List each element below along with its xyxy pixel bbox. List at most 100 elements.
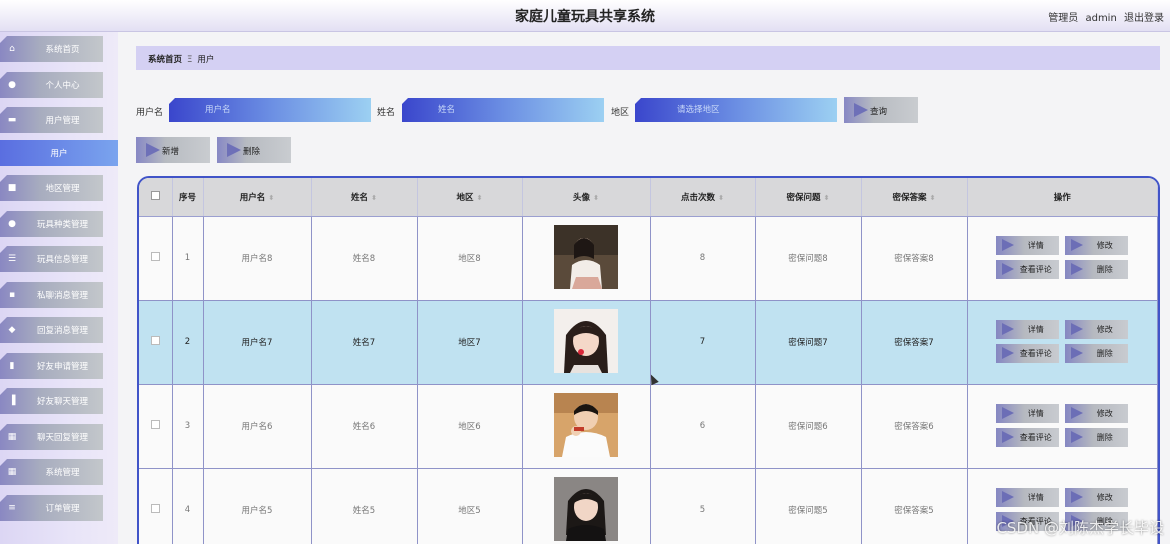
sidebar-item-label: 用户: [50, 149, 68, 159]
chat-icon: ▪: [8, 290, 16, 300]
column-header[interactable]: 密保问题 ⬍: [755, 178, 862, 217]
add-button[interactable]: 新增: [136, 137, 210, 163]
sort-icon[interactable]: ⬍: [268, 194, 274, 202]
detail-button[interactable]: 详情: [996, 488, 1060, 507]
arrow-icon: [146, 143, 160, 157]
query-button[interactable]: 查询: [844, 97, 918, 123]
sort-icon[interactable]: ⬍: [718, 194, 724, 202]
sidebar-item-private-messages[interactable]: ▪ 私聊消息管理: [0, 282, 103, 308]
sidebar-item-friend-requests[interactable]: ▮ 好友申请管理: [0, 353, 103, 379]
name-cell: 姓名5: [311, 468, 418, 544]
sidebar-item-user-management[interactable]: ▬ 用户管理: [0, 107, 103, 133]
sort-icon[interactable]: ⬍: [824, 194, 830, 202]
table-row[interactable]: 1 用户名8 姓名8 地区8 8 密保问题8 密保答案8 详情 修改 查看评论: [139, 216, 1158, 301]
select-all-checkbox[interactable]: [150, 190, 160, 200]
logout-link[interactable]: 退出登录: [1124, 13, 1164, 24]
sort-icon[interactable]: ⬍: [371, 194, 377, 202]
sidebar-item-label: 私聊消息管理: [36, 291, 88, 301]
row-select-cell: [139, 384, 173, 469]
detail-button[interactable]: 详情: [996, 236, 1060, 255]
arrow-icon: [1071, 407, 1084, 419]
column-header[interactable]: 密保答案 ⬍: [861, 178, 968, 217]
question-cell: 密保问题6: [755, 384, 862, 469]
sort-icon[interactable]: ⬍: [930, 194, 936, 202]
user-table: 序号 用户名 ⬍ 姓名 ⬍ 地区 ⬍ 头像 ⬍ 点击次数 ⬍ 密保问题 ⬍ 密保答案 ⬍ 操作…: [137, 176, 1160, 544]
breadcrumb-home[interactable]: 系统首页: [148, 55, 182, 65]
sidebar-item-friend-chat[interactable]: ▐ 好友聊天管理: [0, 388, 103, 414]
arrow-icon: [1071, 323, 1084, 335]
briefcase-icon: ▬: [7, 115, 17, 125]
view-comments-button[interactable]: 查看评论: [996, 260, 1060, 279]
column-header[interactable]: 地区 ⬍: [417, 178, 523, 217]
column-header[interactable]: 头像 ⬍: [522, 178, 651, 217]
sidebar-item-users[interactable]: 用户: [0, 140, 118, 166]
row-checkbox[interactable]: [150, 504, 160, 513]
detail-button[interactable]: 详情: [996, 404, 1060, 423]
home-icon: ⌂: [9, 44, 15, 54]
menu-icon: ≡: [8, 503, 16, 513]
delete-button[interactable]: 删除: [1065, 428, 1129, 447]
sidebar-item-profile[interactable]: ● 个人中心: [0, 72, 103, 98]
row-checkbox[interactable]: [150, 420, 160, 429]
edit-button-label: 修改: [1096, 493, 1113, 502]
edit-button-label: 修改: [1096, 409, 1113, 418]
avatar: [554, 476, 618, 541]
bar-chart-icon: ▐: [8, 396, 16, 406]
index-cell: 4: [172, 468, 204, 544]
sort-icon[interactable]: ⬍: [477, 194, 483, 202]
row-select-cell: [139, 216, 173, 301]
sidebar-item-reply-messages[interactable]: ◆ 回复消息管理: [0, 317, 103, 343]
edit-button[interactable]: 修改: [1065, 404, 1129, 423]
column-header[interactable]: 姓名 ⬍: [311, 178, 418, 217]
index-cell: 2: [172, 300, 204, 385]
detail-button[interactable]: 详情: [996, 320, 1060, 339]
watermark: CSDN @刘陈杰学长毕设: [996, 519, 1164, 537]
bulk-delete-button[interactable]: 删除: [217, 137, 291, 163]
region-cell: 地区6: [417, 384, 523, 469]
row-checkbox[interactable]: [150, 336, 160, 345]
arrow-icon: [1002, 431, 1015, 443]
view-comments-button-label: 查看评论: [1019, 433, 1052, 442]
arrow-icon: [227, 143, 241, 157]
edit-button[interactable]: 修改: [1065, 488, 1129, 507]
arrow-icon: [1071, 431, 1084, 443]
table-row[interactable]: 3 用户名6 姓名6 地区6 6 密保问题6 密保答案6 详情 修改 查看评论: [139, 384, 1158, 469]
table-row[interactable]: 2 用户名7 姓名7 地区7 7 密保问题7 密保答案7 详情 修改 查看评论: [139, 300, 1158, 385]
sidebar-item-label: 玩具信息管理: [36, 255, 88, 265]
sidebar-item-toy-info[interactable]: ☰ 玩具信息管理: [0, 246, 103, 272]
edit-button[interactable]: 修改: [1065, 236, 1129, 255]
user-area: 管理员 admin 退出登录: [1044, 9, 1164, 24]
region-select[interactable]: 请选择地区: [635, 98, 837, 122]
edit-button[interactable]: 修改: [1065, 320, 1129, 339]
delete-button[interactable]: 删除: [1065, 260, 1129, 279]
username-cell: 用户名8: [203, 216, 312, 301]
sidebar-item-toy-category[interactable]: ● 玩具种类管理: [0, 211, 103, 237]
sort-icon[interactable]: ⬍: [593, 194, 599, 202]
view-comments-button[interactable]: 查看评论: [996, 344, 1060, 363]
sidebar-item-system-management[interactable]: ▦ 系统管理: [0, 459, 103, 485]
username-cell: 用户名7: [203, 300, 312, 385]
column-header[interactable]: 用户名 ⬍: [203, 178, 312, 217]
sidebar-item-chat-reply[interactable]: ▦ 聊天回复管理: [0, 424, 103, 450]
question-cell: 密保问题5: [755, 468, 862, 544]
name-search-input[interactable]: 姓名: [402, 98, 604, 122]
avatar-cell: [522, 384, 651, 469]
column-header-label: 点击次数: [681, 192, 716, 203]
username-search-input[interactable]: 用户名: [169, 98, 371, 122]
view-comments-button[interactable]: 查看评论: [996, 428, 1060, 447]
sidebar-item-order-management[interactable]: ≡ 订单管理: [0, 495, 103, 521]
column-header-label: 地区: [456, 192, 474, 203]
row-select-cell: [139, 468, 173, 544]
delete-button-label: 删除: [1096, 349, 1113, 358]
row-checkbox[interactable]: [150, 252, 160, 261]
arrow-icon: [1002, 347, 1015, 359]
sidebar-item-label: 聊天回复管理: [36, 433, 88, 443]
name-cell: 姓名8: [311, 216, 418, 301]
column-header-label: 密保答案: [892, 192, 927, 203]
delete-button[interactable]: 删除: [1065, 344, 1129, 363]
sidebar-item-home[interactable]: ⌂ 系统首页: [0, 36, 103, 62]
sidebar-item-region-management[interactable]: ■ 地区管理: [0, 175, 103, 201]
sidebar-item-label: 玩具种类管理: [36, 220, 88, 230]
sidebar-item-label: 订单管理: [45, 504, 80, 514]
column-header[interactable]: 点击次数 ⬍: [650, 178, 756, 217]
